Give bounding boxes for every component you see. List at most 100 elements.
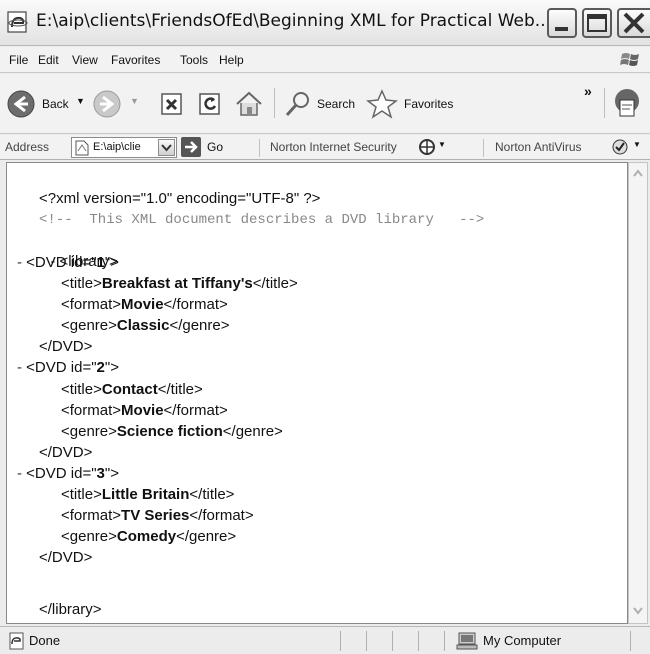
dvd-format: TV Series: [121, 507, 190, 524]
dvd-genre: Classic: [116, 317, 170, 334]
forward-button[interactable]: ▼: [92, 89, 144, 119]
back-dropdown-icon[interactable]: ▼: [76, 96, 85, 106]
scroll-up-icon[interactable]: [630, 165, 646, 183]
dvd-open-tag: - <DVD id="1">: [17, 254, 119, 271]
address-input[interactable]: E:\aip\clie: [71, 137, 177, 158]
stop-icon: [161, 93, 182, 115]
messenger-button[interactable]: [611, 87, 643, 121]
chevron-down-icon: ▼: [633, 140, 641, 149]
menu-tools[interactable]: Tools: [180, 53, 208, 67]
dvd-title: Little Britain: [101, 486, 190, 503]
status-divider: [418, 631, 419, 651]
status-text: Done: [29, 633, 61, 648]
dvd-genre: Comedy: [116, 528, 177, 545]
search-button[interactable]: Search: [283, 89, 363, 119]
address-value: E:\aip\clie: [93, 141, 141, 153]
toolbar-separator: [483, 139, 484, 157]
chevron-down-icon: ▼: [438, 140, 446, 149]
dvd-id: 2: [96, 359, 105, 376]
minimize-icon: [555, 27, 568, 31]
stop-button[interactable]: [159, 91, 185, 117]
toolbar-separator: [604, 88, 605, 118]
minimize-button[interactable]: [547, 8, 577, 38]
status-divider: [630, 631, 631, 651]
forward-dropdown-icon[interactable]: ▼: [130, 96, 139, 106]
title-bar: E:\aip\clients\FriendsOfEd\Beginning XML…: [0, 0, 650, 46]
close-icon: [623, 12, 645, 34]
address-label: Address: [5, 140, 50, 154]
dvd-open-tag: - <DVD id="3">: [17, 465, 119, 482]
norton-security-button[interactable]: ▼: [418, 138, 450, 156]
norton-check-icon: [612, 139, 628, 155]
dvd-title: Contact: [101, 381, 158, 398]
menu-file[interactable]: File: [9, 53, 28, 67]
status-divider: [366, 631, 367, 651]
back-button[interactable]: Back ▼: [6, 89, 86, 119]
title-element: <title>Little Britain</title>: [61, 486, 235, 503]
genre-element: <genre>Classic</genre>: [61, 317, 230, 334]
dvd-id: 3: [96, 465, 105, 482]
dvd-close-tag: </DVD>: [39, 549, 93, 566]
menu-help[interactable]: Help: [219, 53, 244, 67]
search-label: Search: [317, 97, 356, 111]
window-title: E:\aip\clients\FriendsOfEd\Beginning XML…: [36, 11, 551, 31]
globe-icon: [419, 139, 435, 155]
toolbar-separator: [259, 139, 260, 157]
dvd-genre: Science fiction: [116, 423, 223, 440]
dvd-id: 1: [96, 254, 105, 271]
my-computer-icon: [456, 632, 478, 650]
favorites-label: Favorites: [404, 97, 454, 111]
favorites-button[interactable]: Favorites: [366, 89, 466, 119]
title-element: <title>Breakfast at Tiffany's</title>: [61, 275, 298, 292]
menu-edit[interactable]: Edit: [38, 53, 59, 67]
xml-declaration: <?xml version="1.0" encoding="UTF-8" ?>: [39, 190, 321, 207]
home-icon: [236, 91, 262, 116]
maximize-button[interactable]: [582, 8, 612, 38]
format-element: <format>Movie</format>: [61, 402, 228, 419]
close-button[interactable]: [617, 8, 650, 38]
collapse-toggle[interactable]: -: [17, 254, 26, 271]
chevron-down-icon: [161, 144, 172, 152]
format-element: <format>TV Series</format>: [61, 507, 254, 524]
back-arrow-icon: [7, 90, 35, 118]
norton-antivirus-label[interactable]: Norton AntiVirus: [495, 140, 582, 154]
maximize-icon: [587, 14, 607, 32]
collapse-toggle[interactable]: -: [17, 359, 26, 376]
file-page-icon: [75, 140, 89, 156]
genre-element: <genre>Science fiction</genre>: [61, 423, 283, 440]
address-bar: Address E:\aip\clie Go Norton Internet S…: [0, 135, 650, 160]
ie-page-icon: [7, 11, 28, 33]
status-bar: Done My Computer: [0, 626, 650, 654]
page-done-icon: [9, 632, 24, 650]
refresh-button[interactable]: [197, 91, 223, 117]
windows-logo-icon: [620, 53, 639, 66]
menu-bar: File Edit View Favorites Tools Help: [0, 47, 650, 73]
browser-window: E:\aip\clients\FriendsOfEd\Beginning XML…: [0, 0, 650, 654]
dvd-format: Movie: [121, 296, 164, 313]
back-label: Back: [42, 97, 69, 111]
title-element: <title>Contact</title>: [61, 381, 203, 398]
go-arrow-icon: [181, 137, 201, 157]
messenger-icon: [615, 89, 639, 117]
scroll-down-icon[interactable]: [630, 601, 646, 619]
dvd-close-tag: </DVD>: [39, 338, 93, 355]
go-label: Go: [207, 140, 224, 154]
xml-root-close: </library>: [39, 601, 102, 618]
document-view[interactable]: <?xml version="1.0" encoding="UTF-8" ?> …: [6, 162, 628, 624]
address-dropdown-button[interactable]: [158, 139, 175, 156]
vertical-scrollbar[interactable]: [628, 162, 648, 624]
zone-text: My Computer: [483, 633, 562, 648]
collapse-toggle[interactable]: -: [17, 465, 26, 482]
home-button[interactable]: [234, 89, 264, 119]
norton-antivirus-button[interactable]: ▼: [611, 138, 647, 156]
favorites-star-icon: [366, 89, 398, 119]
dvd-close-tag: </DVD>: [39, 444, 93, 461]
status-divider: [340, 631, 341, 651]
menu-view[interactable]: View: [72, 53, 98, 67]
norton-security-label[interactable]: Norton Internet Security: [270, 140, 397, 154]
dvd-format: Movie: [121, 402, 164, 419]
menu-favorites[interactable]: Favorites: [111, 53, 160, 67]
toolbar-overflow-button[interactable]: »: [584, 83, 592, 99]
xml-comment: <!-- This XML document describes a DVD l…: [39, 212, 485, 228]
forward-arrow-icon: [93, 90, 121, 118]
